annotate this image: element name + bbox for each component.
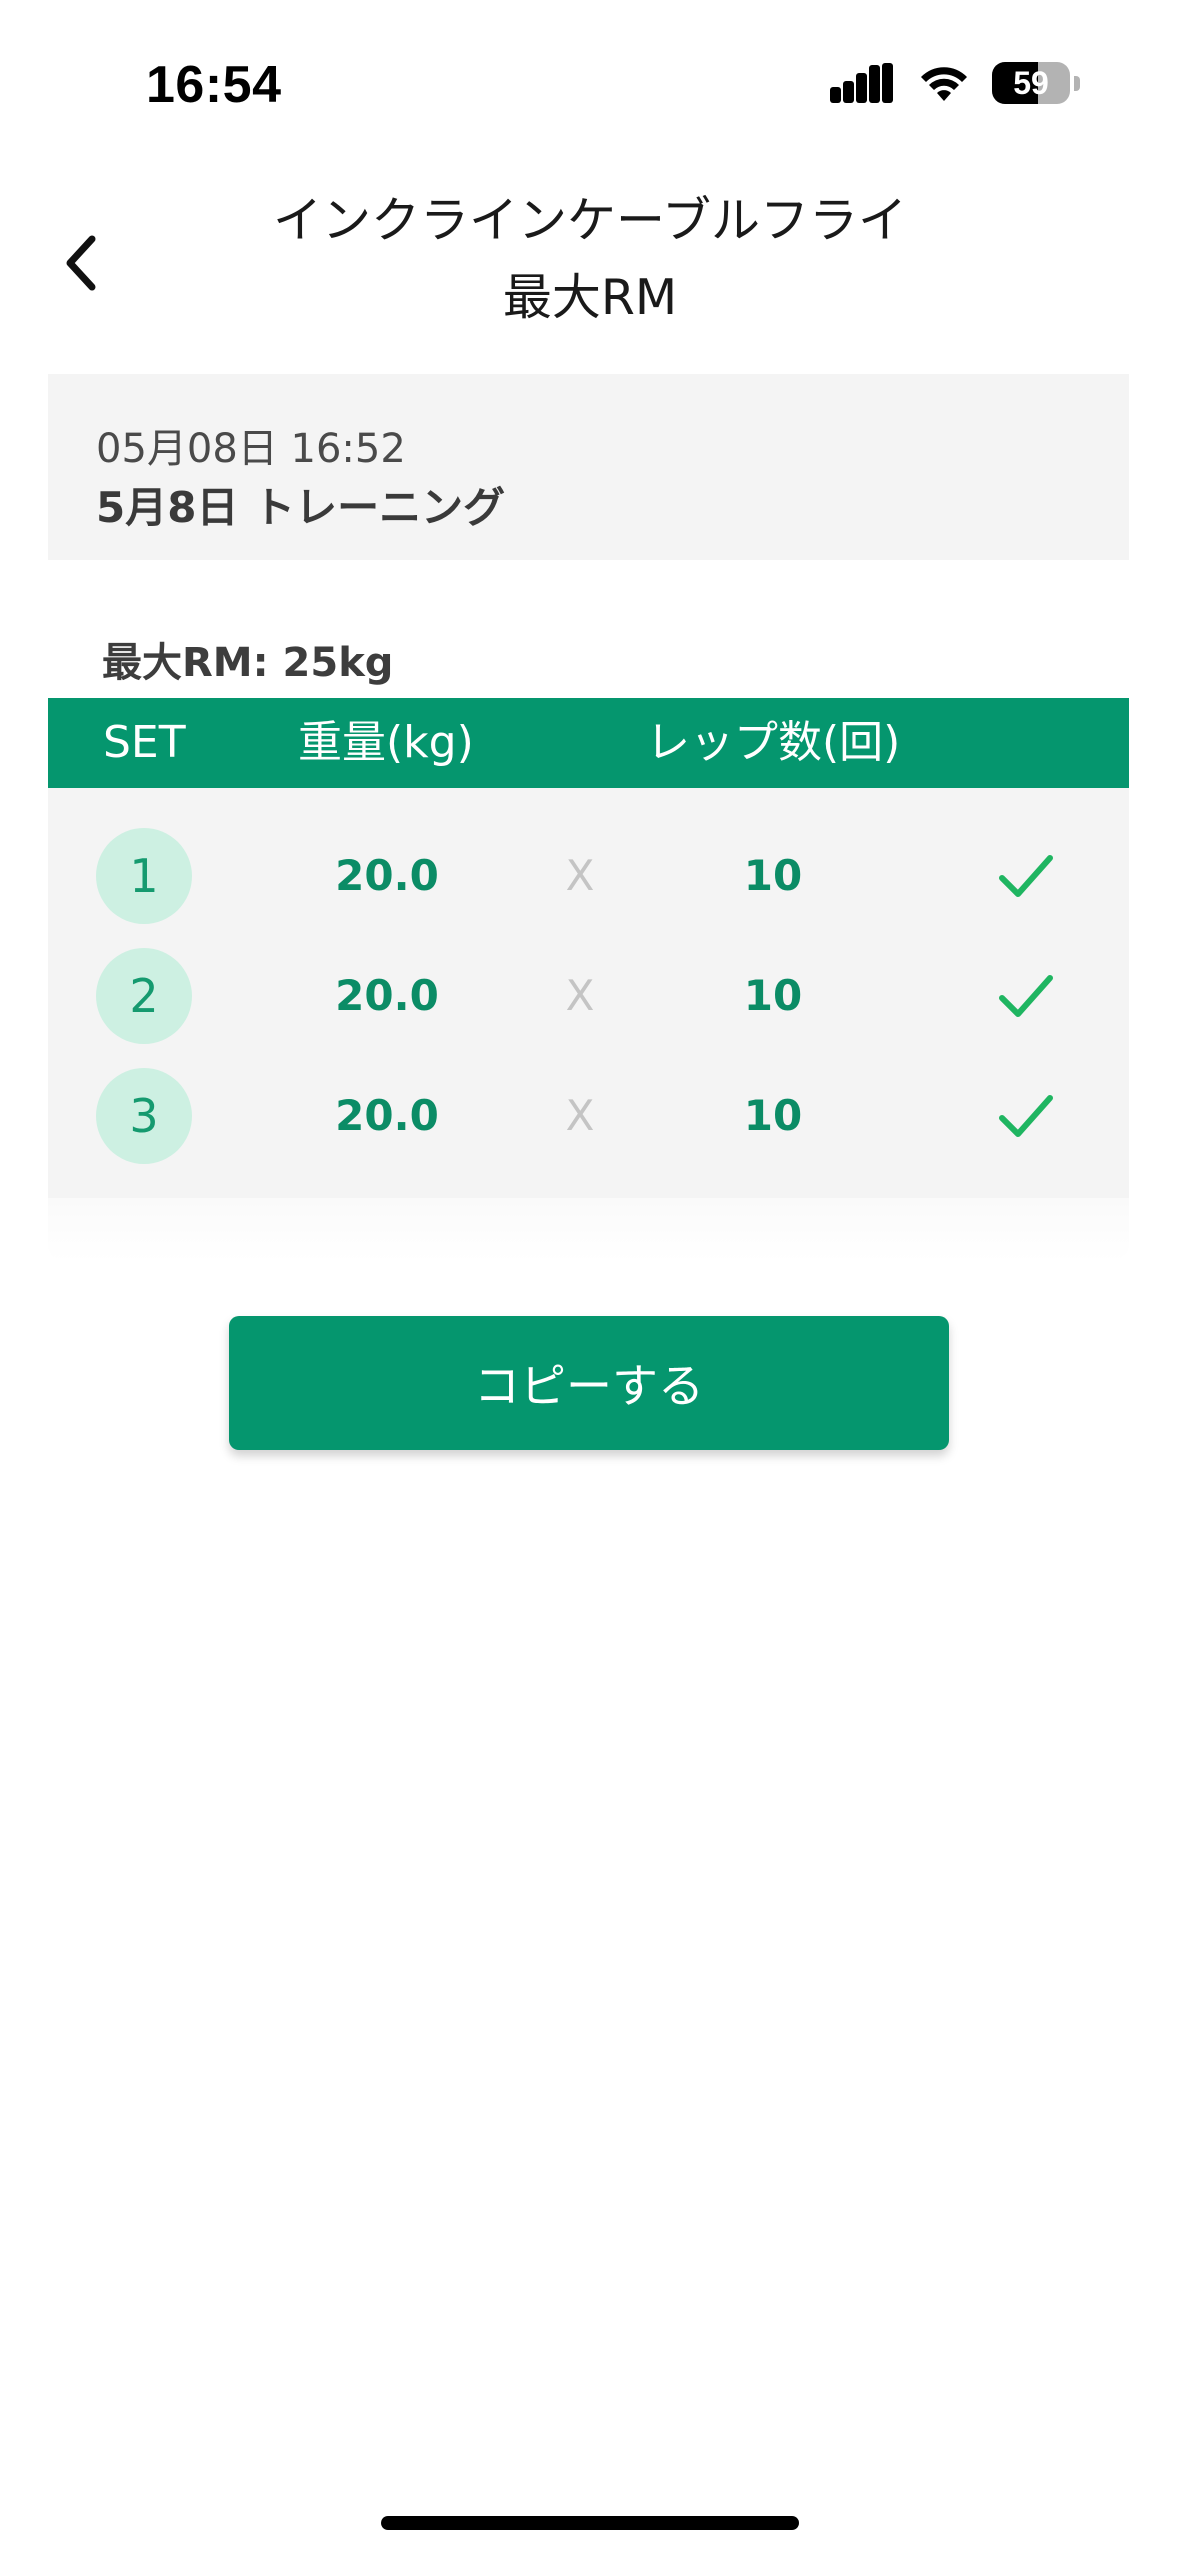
set-number-badge: 2 [96,948,192,1044]
status-time: 16:54 [146,56,282,114]
table-row: 2 20.0 X 10 [48,946,1129,1046]
set-number-badge: 3 [96,1068,192,1164]
battery-cap [1074,75,1080,91]
times-symbol: X [565,851,595,900]
reps-value: 10 [743,1091,803,1140]
screen: 16:54 59 インクラインケーブルフライ 最大RM 05月08日 16:52… [0,0,1179,2556]
reps-value: 10 [743,971,803,1020]
session-name: 5月8日 トレーニング [96,483,506,532]
check-icon [999,855,1053,897]
back-button[interactable] [50,218,110,308]
sets-table-header: SET 重量(kg) レップ数(回) [48,698,1129,788]
times-symbol: X [565,971,595,1020]
column-header-reps: レップ数(回) [646,717,901,768]
table-row: 1 20.0 X 10 [48,826,1129,926]
cellular-signal-icon [830,63,893,103]
check-icon [999,1095,1053,1137]
home-indicator[interactable] [381,2516,799,2530]
weight-value: 20.0 [335,1091,439,1140]
weight-value: 20.0 [335,851,439,900]
copy-button[interactable]: コピーする [229,1316,949,1450]
page-subtitle: 最大RM [502,269,678,326]
chevron-left-icon [66,235,96,291]
battery-icon: 59 [992,62,1070,104]
column-header-set: SET [103,717,186,768]
status-icons: 59 [830,62,1080,104]
weight-value: 20.0 [335,971,439,1020]
times-symbol: X [565,1091,595,1140]
battery-level: 59 [1013,64,1049,101]
session-datetime: 05月08日 16:52 [96,426,406,472]
set-number-badge: 1 [96,828,192,924]
table-footer [48,1198,1129,1262]
page-title: インクラインケーブルフライ [272,192,908,249]
column-header-weight: 重量(kg) [298,717,474,768]
session-card: 05月08日 16:52 5月8日 トレーニング [48,374,1129,560]
reps-value: 10 [743,851,803,900]
table-row: 3 20.0 X 10 [48,1066,1129,1166]
wifi-icon [921,67,967,101]
max-rm-label: 最大RM: 25kg [102,640,394,686]
check-icon [999,975,1053,1017]
sets-table-body: 1 20.0 X 10 2 20.0 X 10 3 20.0 X 10 [48,788,1129,1198]
